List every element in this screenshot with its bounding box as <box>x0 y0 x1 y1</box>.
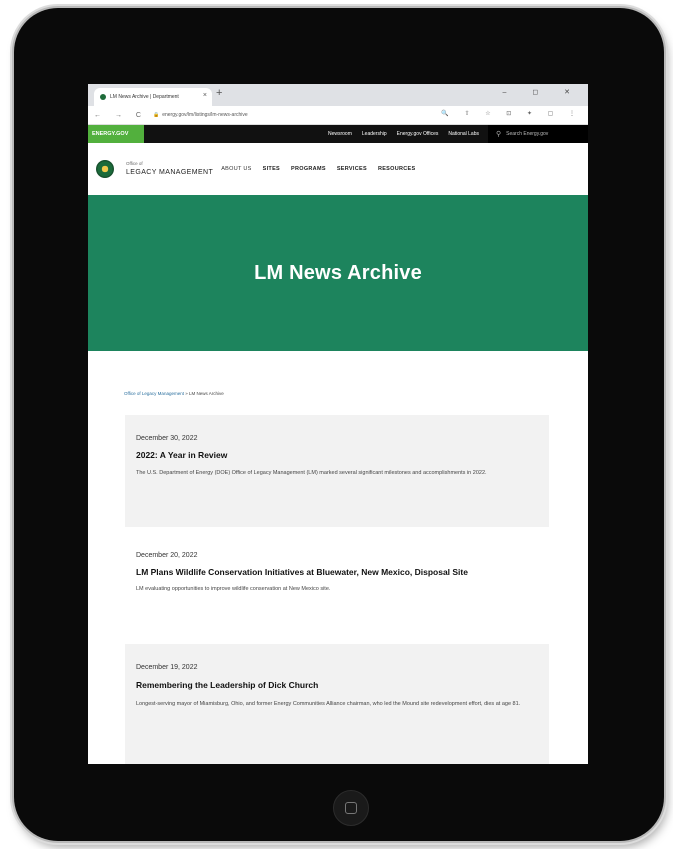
nav-buttons[interactable]: ← → C <box>88 112 147 119</box>
favicon-icon <box>100 94 106 100</box>
main-nav-services[interactable]: SERVICES <box>337 166 367 172</box>
main-nav: ABOUT US SITES PROGRAMS SERVICES RESOURC… <box>221 166 426 172</box>
breadcrumb-current: LM News Archive <box>188 391 224 396</box>
main-nav-about[interactable]: ABOUT US <box>221 166 251 172</box>
office-small-label: Office of <box>126 161 143 167</box>
article-card[interactable]: December 20, 2022 LM Plans Wildlife Cons… <box>125 544 549 636</box>
article-title[interactable]: Remembering the Leadership of Dick Churc… <box>136 680 549 691</box>
top-nav-links: Newsroom Leadership Energy.gov Offices N… <box>323 131 484 137</box>
main-nav-sites[interactable]: SITES <box>263 166 280 172</box>
article-title[interactable]: LM Plans Wildlife Conservation Initiativ… <box>136 567 526 578</box>
article-description: Longest-serving mayor of Miamisburg, Ohi… <box>136 701 521 708</box>
search-icon: ⚲ <box>496 131 502 138</box>
office-name: LEGACY MANAGEMENT <box>126 168 214 176</box>
tablet-screen: LM News Archive | Department × + – ◻ ✕ ←… <box>88 84 588 764</box>
office-title[interactable]: Office of LEGACY MANAGEMENT <box>126 162 213 176</box>
home-button[interactable] <box>333 790 369 826</box>
article-date: December 19, 2022 <box>136 664 198 671</box>
main-nav-resources[interactable]: RESOURCES <box>378 166 416 172</box>
article-description: The U.S. Department of Energy (DOE) Offi… <box>136 470 487 477</box>
article-description: LM evaluating opportunities to improve w… <box>136 586 331 593</box>
article-title[interactable]: 2022: A Year in Review <box>136 450 549 461</box>
search-box[interactable]: ⚲ Search Energy.gov <box>488 125 588 143</box>
main-nav-programs[interactable]: PROGRAMS <box>291 166 326 172</box>
new-tab-button[interactable]: + <box>216 87 222 99</box>
page-title: LM News Archive <box>254 261 422 284</box>
site-header: Office of LEGACY MANAGEMENT ABOUT US SIT… <box>88 143 588 195</box>
doe-seal-logo[interactable] <box>96 160 114 178</box>
breadcrumb: Office of Legacy Management » LM News Ar… <box>88 351 588 396</box>
browser-tab-bar: LM News Archive | Department × + – ◻ ✕ <box>88 84 588 106</box>
home-square-icon <box>345 802 357 814</box>
top-nav: ENERGY.GOV Newsroom Leadership Energy.go… <box>88 125 588 143</box>
top-nav-offices[interactable]: Energy.gov Offices <box>397 131 439 137</box>
browser-tab[interactable]: LM News Archive | Department × <box>94 88 212 106</box>
url-field[interactable]: 🔒 energy.gov/lm/listings/lm-news-archive <box>153 112 248 118</box>
top-nav-labs[interactable]: National Labs <box>448 131 479 137</box>
window-controls[interactable]: – ◻ ✕ <box>503 88 582 96</box>
url-text: energy.gov/lm/listings/lm-news-archive <box>162 112 248 118</box>
hero-banner: LM News Archive <box>88 195 588 351</box>
lock-icon: 🔒 <box>152 112 160 118</box>
energy-gov-logo[interactable]: ENERGY.GOV <box>88 125 144 143</box>
tab-title: LM News Archive | Department <box>110 94 179 100</box>
tab-close-icon[interactable]: × <box>203 92 207 99</box>
breadcrumb-home-link[interactable]: Office of Legacy Management <box>124 391 184 396</box>
top-nav-leadership[interactable]: Leadership <box>362 131 387 137</box>
article-card[interactable]: December 19, 2022 Remembering the Leader… <box>125 644 549 764</box>
search-placeholder: Search Energy.gov <box>506 131 549 137</box>
address-bar: ← → C 🔒 energy.gov/lm/listings/lm-news-ar… <box>88 106 588 125</box>
article-card[interactable]: December 30, 2022 2022: A Year in Review… <box>125 415 549 527</box>
article-date: December 20, 2022 <box>136 552 198 559</box>
address-bar-icons[interactable]: 🔍 ⇧ ☆ ⊡ ✦ ▢ ⋮ <box>441 110 582 117</box>
top-nav-newsroom[interactable]: Newsroom <box>328 131 352 137</box>
article-date: December 30, 2022 <box>136 435 198 442</box>
